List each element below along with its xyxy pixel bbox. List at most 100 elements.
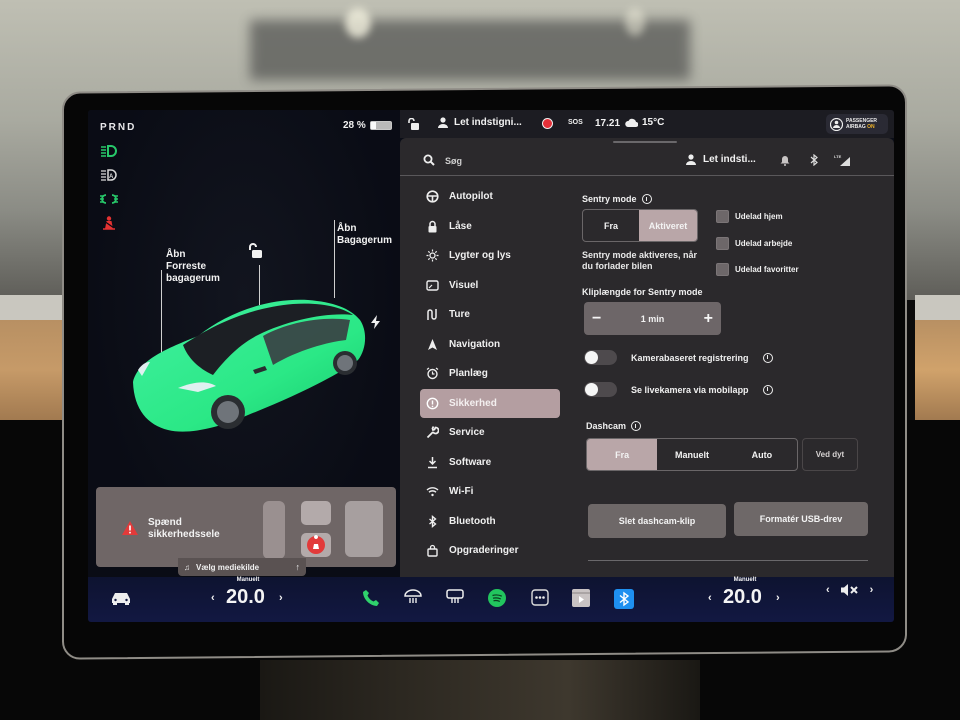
info-icon[interactable] [762, 384, 773, 395]
driver-profile-button[interactable]: Let indstigni... [438, 117, 522, 128]
airbag-icon [830, 117, 843, 131]
clip-length-stepper: − 1 min + [584, 302, 721, 335]
vehicle-illustration [133, 299, 366, 432]
exclude-work-checkbox[interactable]: Udelad arbejde [716, 237, 792, 250]
nav-item-lights[interactable]: Lygter og lys [420, 241, 560, 271]
passenger-temperature[interactable]: 20.0 [723, 586, 762, 609]
checkbox[interactable] [716, 263, 729, 276]
theater-icon[interactable] [572, 589, 590, 607]
settings-search-input[interactable] [445, 152, 625, 170]
spotify-icon[interactable] [488, 589, 506, 607]
nav-label: Software [449, 456, 492, 468]
nav-label: Visuel [449, 279, 479, 291]
nav-item-upgrades[interactable]: Opgraderinger [420, 536, 560, 566]
nav-label: Låse [449, 220, 472, 232]
increase-button[interactable]: + [704, 310, 713, 328]
temp-increase-button[interactable]: › [776, 592, 780, 604]
nav-item-schedule[interactable]: Planlæg [420, 359, 560, 389]
wifi-icon [426, 487, 439, 497]
panel-drag-handle[interactable] [613, 141, 677, 143]
trunk-pointer-line [334, 220, 335, 298]
checkbox[interactable] [716, 237, 729, 250]
live-camera-toggle[interactable] [584, 382, 617, 397]
nav-label: Ture [449, 309, 470, 321]
bell-icon[interactable] [780, 155, 790, 166]
info-icon[interactable] [641, 194, 652, 204]
exclude-favorites-checkbox[interactable]: Udelad favoritter [716, 263, 799, 276]
info-icon[interactable] [762, 352, 773, 363]
info-icon[interactable] [631, 421, 642, 431]
nav-item-software[interactable]: Software [420, 448, 560, 478]
format-usb-button[interactable]: Formatér USB-drev [734, 502, 868, 536]
sentry-option-off[interactable]: Fra [583, 210, 639, 241]
settings-header: Let indsti... LTE [400, 146, 894, 176]
temp-decrease-button[interactable]: ‹ [708, 592, 712, 604]
delete-dashcam-clips-button[interactable]: Slet dashcam-klip [588, 504, 726, 538]
nav-item-trips[interactable]: Ture [420, 300, 560, 330]
nav-label: Planlæg [449, 368, 488, 380]
dashcam-option-off[interactable]: Fra [587, 439, 658, 470]
parking-lights-icon [100, 194, 118, 204]
nav-item-display[interactable]: Visuel [420, 271, 560, 301]
more-apps-icon[interactable] [531, 589, 549, 606]
nav-label: Lygter og lys [449, 250, 511, 262]
volume-increase-button[interactable]: › [870, 584, 874, 596]
dashcam-option-auto[interactable]: Auto [727, 439, 797, 470]
temp-increase-button[interactable]: › [279, 592, 283, 604]
sos-icon[interactable]: SOS [568, 119, 583, 126]
dashcam-on-honk-button[interactable]: Ved dyt [802, 438, 858, 471]
checkbox[interactable] [716, 210, 729, 223]
sentry-mode-heading: Sentry mode [582, 194, 652, 204]
nav-item-bluetooth[interactable]: Bluetooth [420, 507, 560, 537]
toggle-label: Se livekamera via mobilapp [631, 384, 749, 395]
media-source-tab[interactable]: ♫ Vælg mediekilde ↑ [178, 558, 306, 576]
open-trunk-button[interactable]: Åbn Bagagerum [337, 223, 392, 247]
decrease-button[interactable]: − [592, 310, 601, 328]
frunk-label-line: Forreste [166, 261, 207, 272]
nav-item-service[interactable]: Service [420, 418, 560, 448]
sentry-option-enabled[interactable]: Aktiveret [639, 210, 697, 241]
volume-decrease-button[interactable]: ‹ [826, 584, 830, 596]
camera-detection-row: Kamerabaseret registrering [584, 350, 773, 365]
volume-muted-icon[interactable] [840, 583, 860, 597]
rear-defrost-icon[interactable] [446, 589, 464, 605]
settings-nav: Autopilot Låse Lygter og lys Visuel Ture… [420, 182, 560, 566]
battery-percent: 28 % [343, 120, 366, 131]
nav-item-autopilot[interactable]: Autopilot [420, 182, 560, 212]
lock-status-icon[interactable] [408, 118, 420, 130]
toggle-label: Kamerabaseret registrering [631, 352, 749, 363]
wrench-icon [426, 426, 439, 439]
camera-detection-toggle[interactable] [584, 350, 617, 365]
open-frunk-button[interactable]: Åbn Forreste bagagerum [166, 249, 220, 285]
temp-decrease-button[interactable]: ‹ [211, 592, 215, 604]
shopping-bag-icon [427, 545, 438, 557]
profile-button[interactable]: Let indsti... [686, 154, 756, 165]
chevron-up-icon[interactable]: ↑ [296, 562, 301, 572]
nav-item-wifi[interactable]: Wi-Fi [420, 477, 560, 507]
nav-item-navigation[interactable]: Navigation [420, 330, 560, 360]
exclude-home-checkbox[interactable]: Udelad hjem [716, 210, 783, 223]
seatbelt-warning-icon [103, 216, 115, 230]
bluetooth-icon [429, 514, 437, 528]
bluetooth-app-icon[interactable] [614, 589, 634, 609]
battery-icon [369, 121, 392, 130]
driver-temperature[interactable]: 20.0 [226, 586, 265, 609]
bluetooth-icon[interactable] [810, 154, 818, 166]
gear-selector[interactable]: PRND [100, 122, 136, 133]
clip-length-value: 1 min [640, 313, 665, 324]
nav-item-safety[interactable]: Sikkerhed [420, 388, 560, 418]
unlock-icon[interactable] [248, 243, 264, 259]
dashcam-title: Dashcam [586, 421, 627, 431]
profile-name: Let indsti... [703, 154, 756, 165]
seatbelt-alert-card[interactable]: Spænd sikkerhedssele [96, 487, 396, 567]
dashcam-recording-icon[interactable] [542, 118, 553, 129]
trips-icon [427, 309, 437, 321]
dashcam-option-manual[interactable]: Manuelt [657, 439, 726, 470]
lock-icon [428, 220, 437, 233]
sentry-mode-title: Sentry mode [582, 194, 637, 204]
headlights-icon [101, 145, 117, 157]
front-defrost-icon[interactable] [404, 589, 422, 605]
nav-item-locks[interactable]: Låse [420, 212, 560, 242]
phone-icon[interactable] [362, 589, 380, 607]
car-icon[interactable] [110, 591, 132, 605]
